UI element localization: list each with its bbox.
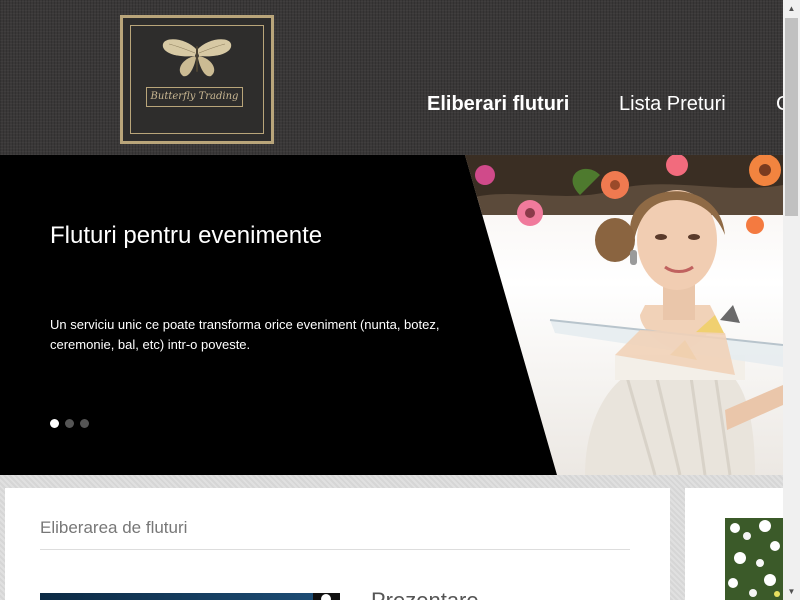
section-title: Eliberarea de fluturi (40, 518, 188, 537)
slider-dots (50, 419, 89, 428)
vertical-scrollbar[interactable]: ▲ ▼ (783, 0, 800, 600)
nav-eliberari-fluturi[interactable]: Eliberari fluturi (427, 93, 569, 116)
scroll-up-arrow-icon[interactable]: ▲ (783, 0, 800, 17)
site-header: Butterfly Trading Eliberari fluturi List… (0, 0, 783, 155)
slider-dot-1[interactable] (50, 419, 59, 428)
logo-text: Butterfly Trading (146, 87, 243, 107)
section-subheading: Prezentare (371, 588, 479, 600)
video-thumbnail[interactable] (40, 593, 340, 600)
slider-dot-2[interactable] (65, 419, 74, 428)
nav-lista-preturi[interactable]: Lista Preturi (619, 93, 726, 116)
hero-photo (465, 155, 783, 475)
video-info-icon[interactable] (313, 593, 340, 600)
sidebar-card (685, 488, 783, 600)
nav-item-truncated[interactable]: C (776, 93, 783, 116)
hero-slider: Fluturi pentru evenimente Un serviciu un… (0, 155, 783, 475)
sidebar-flowers-image[interactable] (725, 518, 783, 600)
slide-title: Fluturi pentru evenimente (50, 222, 323, 249)
bride-with-butterflies-image (465, 155, 783, 475)
slide-description: Un serviciu unic ce poate transforma ori… (50, 317, 440, 352)
butterfly-logo-icon (162, 39, 232, 77)
scroll-down-arrow-icon[interactable]: ▼ (783, 583, 800, 600)
site-logo[interactable]: Butterfly Trading (120, 15, 274, 144)
scroll-thumb[interactable] (785, 18, 798, 216)
main-content-card: Eliberarea de fluturi Prezentare (5, 488, 670, 600)
slider-dot-3[interactable] (80, 419, 89, 428)
section-divider (40, 549, 630, 550)
